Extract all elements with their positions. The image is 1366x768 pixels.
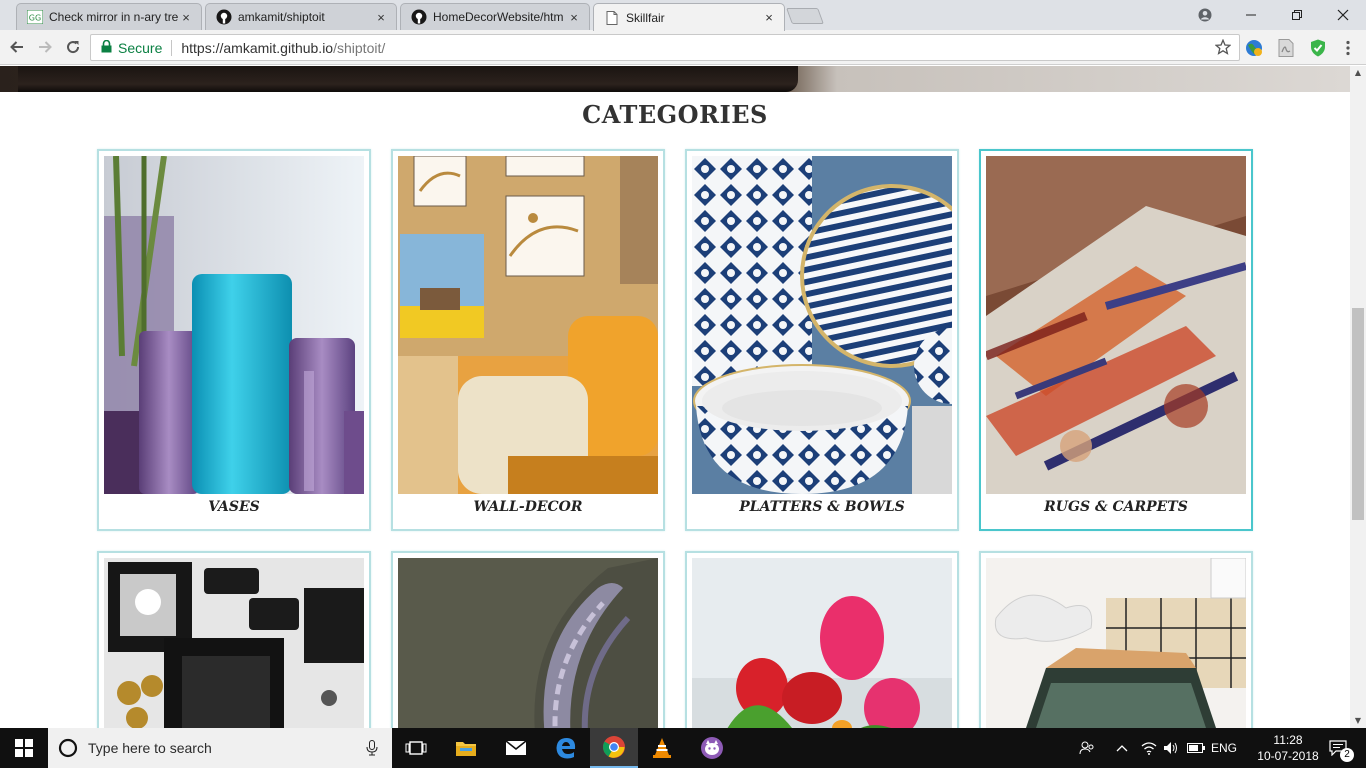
close-tab-icon[interactable]: × bbox=[374, 10, 388, 25]
tab-shiptoit-repo[interactable]: amkamit/shiptoit × bbox=[205, 3, 397, 30]
chevron-up-icon[interactable] bbox=[1112, 728, 1132, 768]
close-window-icon[interactable] bbox=[1320, 0, 1366, 30]
close-tab-icon[interactable]: × bbox=[762, 10, 776, 25]
accessories-image bbox=[104, 558, 364, 728]
browser-tab-strip: GG Check mirror in n-ary tre × amkamit/s… bbox=[0, 0, 1366, 31]
github-icon bbox=[411, 9, 427, 25]
github-icon bbox=[216, 9, 232, 25]
tab-title: Skillfair bbox=[626, 10, 665, 25]
url-host: https://amkamit.github.io bbox=[181, 39, 334, 56]
mirrors-image bbox=[398, 558, 658, 728]
address-bar[interactable]: Secure https://amkamit.github.io/shiptoi… bbox=[90, 34, 1240, 61]
decor-boxes-image bbox=[986, 558, 1246, 728]
people-icon[interactable] bbox=[1074, 728, 1100, 768]
page-viewport: CATEGORIES VASES WALL-DECOR PLATTERS & B… bbox=[0, 66, 1350, 728]
page-icon bbox=[604, 10, 620, 26]
wall-decor-image bbox=[398, 156, 658, 494]
reload-button[interactable] bbox=[60, 35, 86, 59]
browser-toolbar: Secure https://amkamit.github.io/shiptoi… bbox=[0, 30, 1366, 65]
tab-title: HomeDecorWebsite/htm bbox=[433, 10, 564, 24]
language-indicator[interactable]: ENG bbox=[1208, 728, 1240, 768]
category-label: VASES bbox=[208, 499, 260, 515]
category-label: RUGS & CARPETS bbox=[1044, 499, 1188, 515]
category-card-vases[interactable]: VASES bbox=[97, 149, 371, 531]
chrome-menu-icon[interactable] bbox=[1338, 38, 1358, 58]
scrollbar-thumb[interactable] bbox=[1352, 308, 1364, 520]
edge-browser-icon[interactable] bbox=[542, 728, 590, 768]
cortana-icon bbox=[58, 738, 78, 758]
bookmark-star-icon[interactable] bbox=[1214, 38, 1232, 58]
hero-banner-image bbox=[0, 66, 1350, 92]
chrome-icon[interactable] bbox=[590, 728, 638, 768]
extension-globe-icon[interactable] bbox=[1244, 38, 1264, 58]
new-tab-button[interactable] bbox=[786, 8, 824, 24]
category-card-wall-decor[interactable]: WALL-DECOR bbox=[391, 149, 665, 531]
profile-icon[interactable] bbox=[1182, 0, 1228, 30]
rugs-carpets-image bbox=[986, 156, 1246, 494]
taskbar-search-box[interactable]: Type here to search bbox=[48, 728, 392, 768]
action-center-icon[interactable]: 2 bbox=[1320, 728, 1356, 768]
vases-image bbox=[104, 156, 364, 494]
close-tab-icon[interactable]: × bbox=[179, 10, 193, 25]
file-explorer-icon[interactable] bbox=[442, 728, 490, 768]
scroll-up-icon[interactable]: ▲ bbox=[1350, 66, 1366, 80]
back-button[interactable] bbox=[4, 35, 30, 59]
notification-count-badge: 2 bbox=[1340, 748, 1354, 762]
minimize-icon[interactable] bbox=[1228, 0, 1274, 30]
restore-icon[interactable] bbox=[1274, 0, 1320, 30]
category-card-accessories[interactable] bbox=[97, 551, 371, 728]
clock-date: 10-07-2018 bbox=[1257, 749, 1319, 763]
tab-title: amkamit/shiptoit bbox=[238, 10, 325, 24]
microphone-icon[interactable] bbox=[366, 740, 378, 756]
flowers-image bbox=[692, 558, 952, 728]
url-path: /shiptoit/ bbox=[333, 39, 386, 56]
category-card-rugs-carpets[interactable]: RUGS & CARPETS bbox=[979, 149, 1253, 531]
tab-geeksforgeeks[interactable]: GG Check mirror in n-ary tre × bbox=[16, 3, 202, 30]
page-scrollbar[interactable]: ▲ ▼ bbox=[1350, 66, 1366, 728]
divider bbox=[171, 39, 173, 56]
section-title: CATEGORIES bbox=[582, 100, 768, 129]
category-card-flowers[interactable] bbox=[685, 551, 959, 728]
tab-title: Check mirror in n-ary tre bbox=[49, 10, 179, 24]
geeksforgeeks-icon: GG bbox=[27, 9, 43, 25]
lock-icon bbox=[101, 39, 112, 56]
extension-pdf-icon[interactable] bbox=[1276, 38, 1296, 58]
category-card-decor-boxes[interactable] bbox=[979, 551, 1253, 728]
category-card-platters-bowls[interactable]: PLATTERS & BOWLS bbox=[685, 149, 959, 531]
tab-homedecor-repo[interactable]: HomeDecorWebsite/htm × bbox=[400, 3, 590, 30]
scroll-down-icon[interactable]: ▼ bbox=[1350, 714, 1366, 728]
category-label: PLATTERS & BOWLS bbox=[739, 499, 905, 515]
platters-bowls-image bbox=[692, 156, 952, 494]
search-placeholder: Type here to search bbox=[88, 740, 212, 756]
tab-skillfair[interactable]: Skillfair × bbox=[593, 3, 785, 31]
category-label: WALL-DECOR bbox=[473, 499, 583, 515]
battery-icon[interactable] bbox=[1184, 728, 1208, 768]
category-card-mirrors[interactable] bbox=[391, 551, 665, 728]
system-clock[interactable]: 11:28 10-07-2018 bbox=[1256, 732, 1320, 764]
extension-shield-icon[interactable] bbox=[1308, 38, 1328, 58]
secure-label: Secure bbox=[118, 39, 163, 56]
clock-time: 11:28 bbox=[1273, 733, 1303, 747]
task-view-icon[interactable] bbox=[392, 728, 440, 768]
close-tab-icon[interactable]: × bbox=[567, 10, 581, 25]
windows-start-button[interactable] bbox=[0, 728, 48, 768]
forward-button[interactable] bbox=[32, 35, 58, 59]
volume-icon[interactable] bbox=[1160, 728, 1182, 768]
app-cat-icon[interactable] bbox=[688, 728, 736, 768]
svg-text:GG: GG bbox=[29, 14, 41, 23]
windows-taskbar: Type here to search ENG 11:28 10-07-2018… bbox=[0, 728, 1366, 768]
mail-icon[interactable] bbox=[492, 728, 540, 768]
wifi-icon[interactable] bbox=[1138, 728, 1160, 768]
vlc-player-icon[interactable] bbox=[638, 728, 686, 768]
